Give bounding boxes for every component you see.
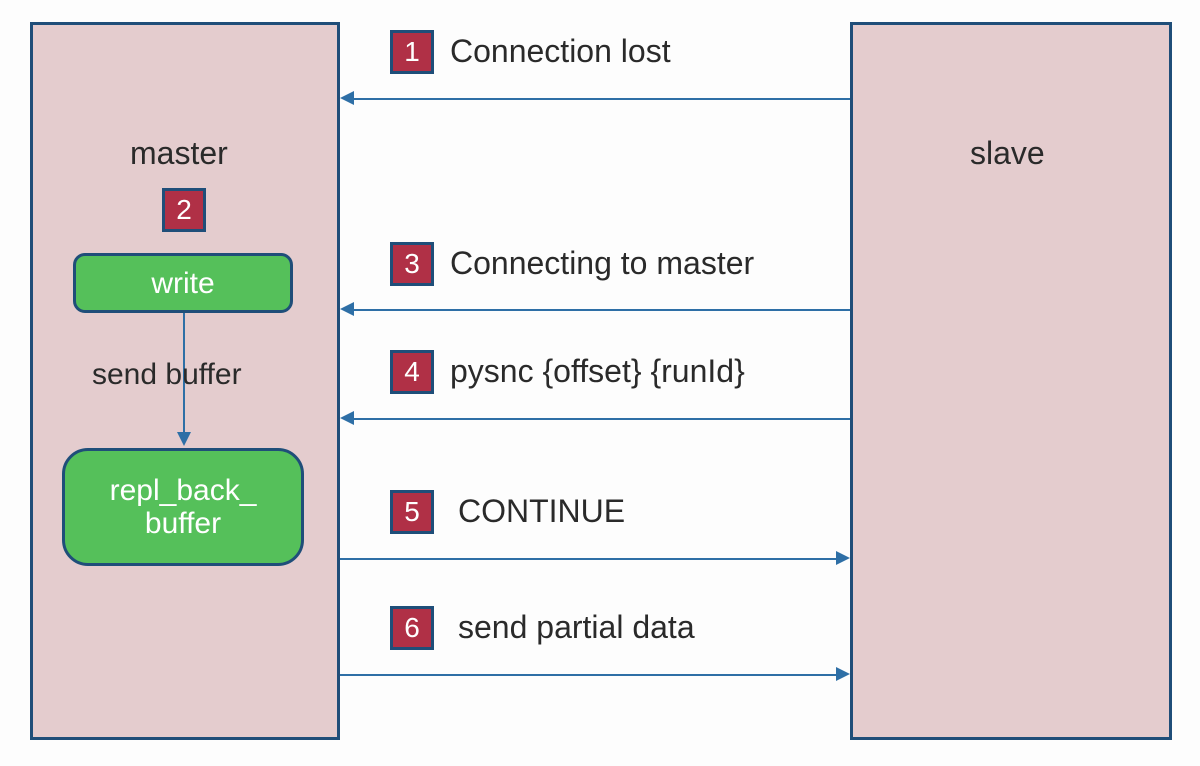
repl-back-buffer-label: repl_back_ buffer: [110, 474, 257, 540]
arrow-5-line: [340, 558, 836, 560]
step-badge-1: 1: [390, 30, 434, 74]
step-badge-5: 5: [390, 490, 434, 534]
slave-title: slave: [970, 135, 1045, 172]
step-badge-2: 2: [162, 188, 206, 232]
internal-arrow-head: [177, 432, 191, 446]
repl-back-buffer-box: repl_back_ buffer: [62, 448, 304, 566]
arrow-6-line: [340, 674, 836, 676]
arrow-4-line: [354, 418, 850, 420]
step-badge-4: 4: [390, 350, 434, 394]
arrow-3-line: [354, 309, 850, 311]
write-label: write: [151, 267, 214, 300]
master-title: master: [130, 135, 228, 172]
write-box: write: [73, 253, 293, 313]
send-buffer-label: send buffer: [92, 358, 242, 392]
step-text-1: Connection lost: [450, 33, 671, 70]
arrow-1-line: [354, 98, 850, 100]
slave-box: [850, 22, 1172, 740]
step-badge-3: 3: [390, 242, 434, 286]
step-text-3: Connecting to master: [450, 245, 754, 282]
step-text-6: send partial data: [458, 609, 695, 646]
arrow-1-head: [340, 91, 354, 105]
arrow-3-head: [340, 302, 354, 316]
arrow-5-head: [836, 551, 850, 565]
step-text-4: pysnc {offset} {runId}: [450, 353, 745, 390]
step-text-5: CONTINUE: [458, 493, 625, 530]
arrow-4-head: [340, 411, 354, 425]
arrow-6-head: [836, 667, 850, 681]
step-badge-6: 6: [390, 606, 434, 650]
